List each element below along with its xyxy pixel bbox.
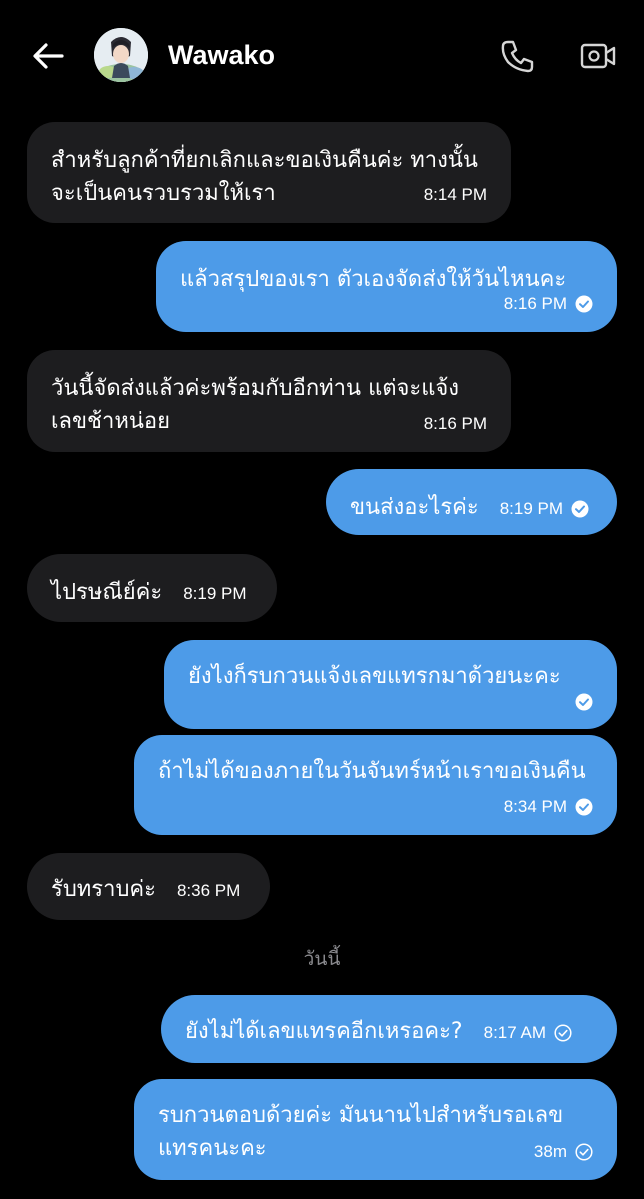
message-time: 8:19 PM	[499, 499, 564, 518]
check-circle-filled-icon	[575, 693, 593, 711]
message-meta: 8:17 AM	[484, 1023, 572, 1043]
message-bubble-outgoing[interactable]: ถ้าไม่ได้ของภายในวันจันทร์หน้าเราขอเงินค…	[134, 735, 617, 835]
message-bubble-incoming[interactable]: ไปรษณีย์ค่ะ 8:19 PM	[27, 554, 277, 622]
check-circle-outline-icon	[554, 1024, 572, 1042]
message-time: 8:19 PM	[183, 584, 247, 603]
check-circle-filled-icon	[571, 500, 589, 518]
avatar-image	[94, 28, 148, 82]
message-bubble-incoming[interactable]: วันนี้จัดส่งแล้วค่ะพร้อมกับอีกท่าน แต่จะ…	[27, 350, 511, 452]
check-circle-filled-icon	[575, 798, 593, 816]
message-bubble-outgoing[interactable]: ขนส่งอะไรค่ะ 8:19 PM	[326, 469, 617, 535]
phone-icon	[501, 40, 534, 73]
contact-name[interactable]: Wawako	[168, 36, 275, 74]
message-meta	[567, 693, 593, 711]
message-time: 8:34 PM	[503, 797, 567, 816]
message-meta: 8:16 PM	[424, 414, 487, 434]
message-meta: 8:34 PM	[504, 797, 593, 817]
message-bubble-outgoing[interactable]: แล้วสรุปของเรา ตัวเองจัดส่งให้วันไหนคะ 8…	[156, 241, 617, 332]
message-meta: 8:19 PM	[500, 499, 589, 519]
message-text: ไปรษณีย์ค่ะ	[51, 580, 163, 605]
message-text: ยังไม่ได้เลขแทรคอีกเหรอคะ?	[185, 1019, 463, 1044]
message-meta: 8:19 PM	[183, 584, 246, 604]
message-time: 38m	[533, 1142, 567, 1161]
check-circle-filled-icon	[575, 295, 593, 313]
message-bubble-outgoing[interactable]: รบกวนตอบด้วยค่ะ มันนานไปสำหรับรอเลขแทรคน…	[134, 1079, 617, 1180]
avatar[interactable]	[94, 28, 148, 82]
chat-header: Wawako	[0, 0, 644, 110]
message-meta: 8:16 PM	[504, 294, 593, 314]
message-meta: 38m	[534, 1142, 593, 1162]
message-time: 8:17 AM	[483, 1023, 546, 1042]
date-separator: วันนี้	[303, 948, 341, 970]
voice-call-button[interactable]	[496, 34, 540, 78]
message-text: รับทราบค่ะ	[51, 877, 156, 902]
message-bubble-incoming[interactable]: สำหรับลูกค้าที่ยกเลิกและขอเงินคืนค่ะ ทาง…	[27, 122, 511, 223]
back-button[interactable]	[28, 36, 68, 76]
message-text: วันนี้จัดส่งแล้วค่ะพร้อมกับอีกท่าน แต่จะ…	[51, 376, 460, 434]
message-text: ยังไงก็รบกวนแจ้งเลขแทรกมาด้วยนะคะ	[188, 664, 561, 689]
check-circle-outline-icon	[575, 1143, 593, 1161]
message-text: ถ้าไม่ได้ของภายในวันจันทร์หน้าเราขอเงินค…	[158, 759, 586, 784]
video-camera-icon	[580, 43, 616, 69]
message-meta: 8:14 PM	[424, 185, 487, 205]
message-text: รบกวนตอบด้วยค่ะ มันนานไปสำหรับรอเลขแทรคน…	[158, 1103, 564, 1161]
arrow-left-icon	[33, 43, 64, 69]
message-text: แล้วสรุปของเรา ตัวเองจัดส่งให้วันไหนคะ	[180, 267, 567, 292]
message-text: ขนส่งอะไรค่ะ	[350, 495, 479, 520]
message-bubble-incoming[interactable]: รับทราบค่ะ 8:36 PM	[27, 853, 270, 920]
message-time: 8:16 PM	[503, 294, 567, 313]
message-time: 8:36 PM	[176, 881, 241, 900]
message-meta: 8:36 PM	[177, 881, 240, 901]
message-bubble-outgoing[interactable]: ยังไงก็รบกวนแจ้งเลขแทรกมาด้วยนะคะ	[164, 640, 617, 729]
video-call-button[interactable]	[576, 34, 620, 78]
message-time: 8:16 PM	[423, 414, 487, 433]
message-time: 8:14 PM	[423, 185, 487, 204]
message-text: สำหรับลูกค้าที่ยกเลิกและขอเงินคืนค่ะ ทาง…	[51, 148, 478, 206]
message-bubble-outgoing[interactable]: ยังไม่ได้เลขแทรคอีกเหรอคะ? 8:17 AM	[161, 995, 617, 1063]
